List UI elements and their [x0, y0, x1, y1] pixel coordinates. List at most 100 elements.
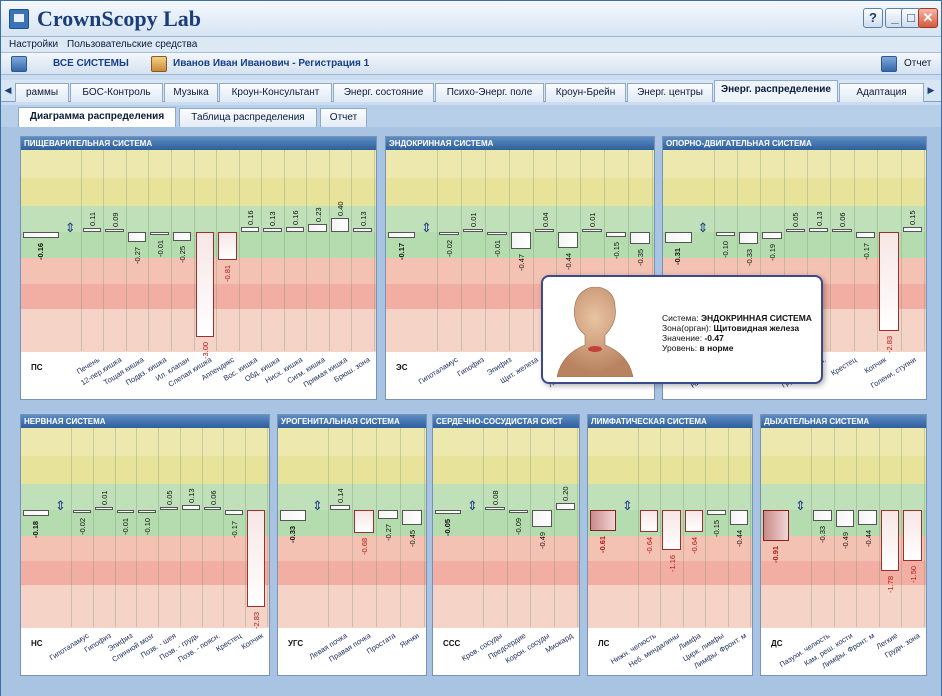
expand-arrows-icon[interactable]: ⇕: [622, 498, 633, 514]
tab-crown-brain[interactable]: Кроун-Брейн: [545, 83, 626, 102]
tab-scroll-left-icon[interactable]: ◀: [3, 85, 13, 97]
organ-bar[interactable]: [439, 232, 459, 236]
organ-bar[interactable]: [813, 509, 832, 521]
organ-bar[interactable]: [606, 232, 627, 238]
organ-bar[interactable]: [534, 229, 555, 233]
organ-bar[interactable]: [181, 505, 200, 510]
organ-bar[interactable]: [858, 509, 877, 525]
organ-bar[interactable]: [330, 218, 350, 233]
menu-settings[interactable]: Настройки: [9, 39, 58, 50]
organ-bar[interactable]: [172, 232, 192, 241]
tab-adaptation[interactable]: Адаптация: [839, 83, 924, 102]
organ-bar[interactable]: [378, 509, 398, 519]
organ-bar[interactable]: [662, 509, 681, 550]
organ-bar[interactable]: [684, 509, 704, 532]
organ-bar[interactable]: [835, 509, 855, 527]
organ-bar[interactable]: [880, 509, 900, 572]
organ-bar[interactable]: [354, 509, 374, 534]
organ-bar[interactable]: [486, 232, 507, 236]
organ-bar[interactable]: [903, 509, 922, 562]
organ-bar[interactable]: [462, 229, 483, 233]
expand-arrows-icon[interactable]: ⇕: [467, 498, 478, 514]
expand-arrows-icon[interactable]: ⇕: [65, 220, 76, 236]
organ-bar[interactable]: [715, 232, 735, 236]
organ-bar[interactable]: [225, 509, 244, 516]
organ-bar[interactable]: [116, 509, 135, 513]
organ-bar[interactable]: [127, 232, 147, 242]
organ-bar[interactable]: [640, 509, 659, 532]
organ-bar[interactable]: [902, 227, 922, 233]
expand-arrows-icon[interactable]: ⇕: [55, 498, 66, 514]
all-systems-icon[interactable]: [11, 56, 27, 72]
organ-bar[interactable]: [160, 506, 178, 510]
all-systems-button[interactable]: ВСЕ СИСТЕМЫ: [53, 58, 129, 69]
organ-bar[interactable]: [94, 506, 113, 510]
organ-bar[interactable]: [729, 509, 748, 525]
expand-arrows-icon[interactable]: ⇕: [312, 498, 323, 514]
help-button[interactable]: ?: [863, 8, 883, 28]
organ-bar[interactable]: [285, 226, 305, 233]
organ-bar[interactable]: [582, 229, 603, 233]
system-bar[interactable]: [23, 509, 49, 516]
organ-bar[interactable]: [105, 229, 124, 233]
organ-bar[interactable]: [263, 227, 282, 233]
organ-bar[interactable]: [353, 227, 372, 233]
close-button[interactable]: ✕: [918, 8, 938, 28]
organ-bar[interactable]: [218, 232, 237, 261]
expand-arrows-icon[interactable]: ⇕: [421, 220, 432, 236]
report-button[interactable]: Отчет: [904, 58, 931, 69]
organ-bar[interactable]: [195, 232, 215, 337]
tab-scroll-right-icon[interactable]: ▶: [926, 85, 936, 97]
organ-bar[interactable]: [762, 232, 782, 239]
organ-bar[interactable]: [150, 232, 169, 236]
organ-value: 0.14: [336, 488, 345, 503]
grid-line: [682, 428, 684, 628]
subtab-diagram[interactable]: Диаграмма распределения: [18, 107, 176, 128]
tab-music[interactable]: Музыка: [164, 83, 218, 102]
organ-bar[interactable]: [555, 502, 575, 510]
organ-bar[interactable]: [630, 232, 650, 245]
tab-bos-control[interactable]: БОС-Контроль: [70, 83, 163, 102]
organ-bar[interactable]: [82, 228, 102, 233]
organ-bar[interactable]: [330, 504, 350, 510]
subtab-table[interactable]: Таблица распределения: [179, 108, 317, 127]
tab-energy-distribution[interactable]: Энерг. распределение: [714, 80, 838, 102]
organ-bar[interactable]: [707, 509, 726, 515]
system-bar[interactable]: [388, 232, 415, 239]
system-bar[interactable]: [435, 509, 461, 514]
organ-bar[interactable]: [809, 227, 829, 233]
tab-energy-state[interactable]: Энерг. состояние: [333, 83, 434, 102]
organ-bar[interactable]: [855, 232, 876, 239]
organ-bar[interactable]: [785, 229, 806, 233]
system-bar[interactable]: [763, 509, 789, 542]
tab-psycho-energy[interactable]: Психо-Энерг. поле: [435, 83, 544, 102]
organ-bar[interactable]: [532, 509, 552, 527]
menu-user-tools[interactable]: Пользовательские средства: [67, 39, 197, 50]
organ-bar[interactable]: [508, 509, 528, 513]
organ-bar[interactable]: [73, 509, 91, 513]
title-bar[interactable]: CrownScopy Lab ? _ □ ✕: [1, 1, 941, 37]
organ-bar[interactable]: [558, 232, 579, 248]
subtab-report[interactable]: Отчет: [320, 108, 367, 127]
tab-crown-consultant[interactable]: Кроун-Консультант: [219, 83, 332, 102]
report-icon[interactable]: [881, 56, 897, 72]
tab-energy-centers[interactable]: Энерг. центры: [627, 83, 713, 102]
system-bar[interactable]: [665, 232, 692, 244]
tab-programs[interactable]: раммы: [15, 83, 69, 102]
organ-bar[interactable]: [879, 232, 899, 331]
organ-bar[interactable]: [138, 509, 157, 514]
system-bar[interactable]: [590, 509, 616, 531]
system-bar[interactable]: [23, 232, 59, 238]
organ-bar[interactable]: [240, 226, 260, 233]
organ-bar[interactable]: [308, 224, 327, 233]
organ-bar[interactable]: [247, 509, 265, 608]
organ-bar[interactable]: [832, 229, 852, 233]
expand-arrows-icon[interactable]: ⇕: [698, 220, 709, 236]
expand-arrows-icon[interactable]: ⇕: [795, 498, 806, 514]
organ-bar[interactable]: [203, 506, 222, 510]
system-bar[interactable]: [280, 509, 306, 521]
organ-bar[interactable]: [402, 509, 422, 526]
organ-bar[interactable]: [738, 232, 759, 244]
organ-bar[interactable]: [510, 232, 531, 249]
organ-bar[interactable]: [485, 506, 505, 510]
